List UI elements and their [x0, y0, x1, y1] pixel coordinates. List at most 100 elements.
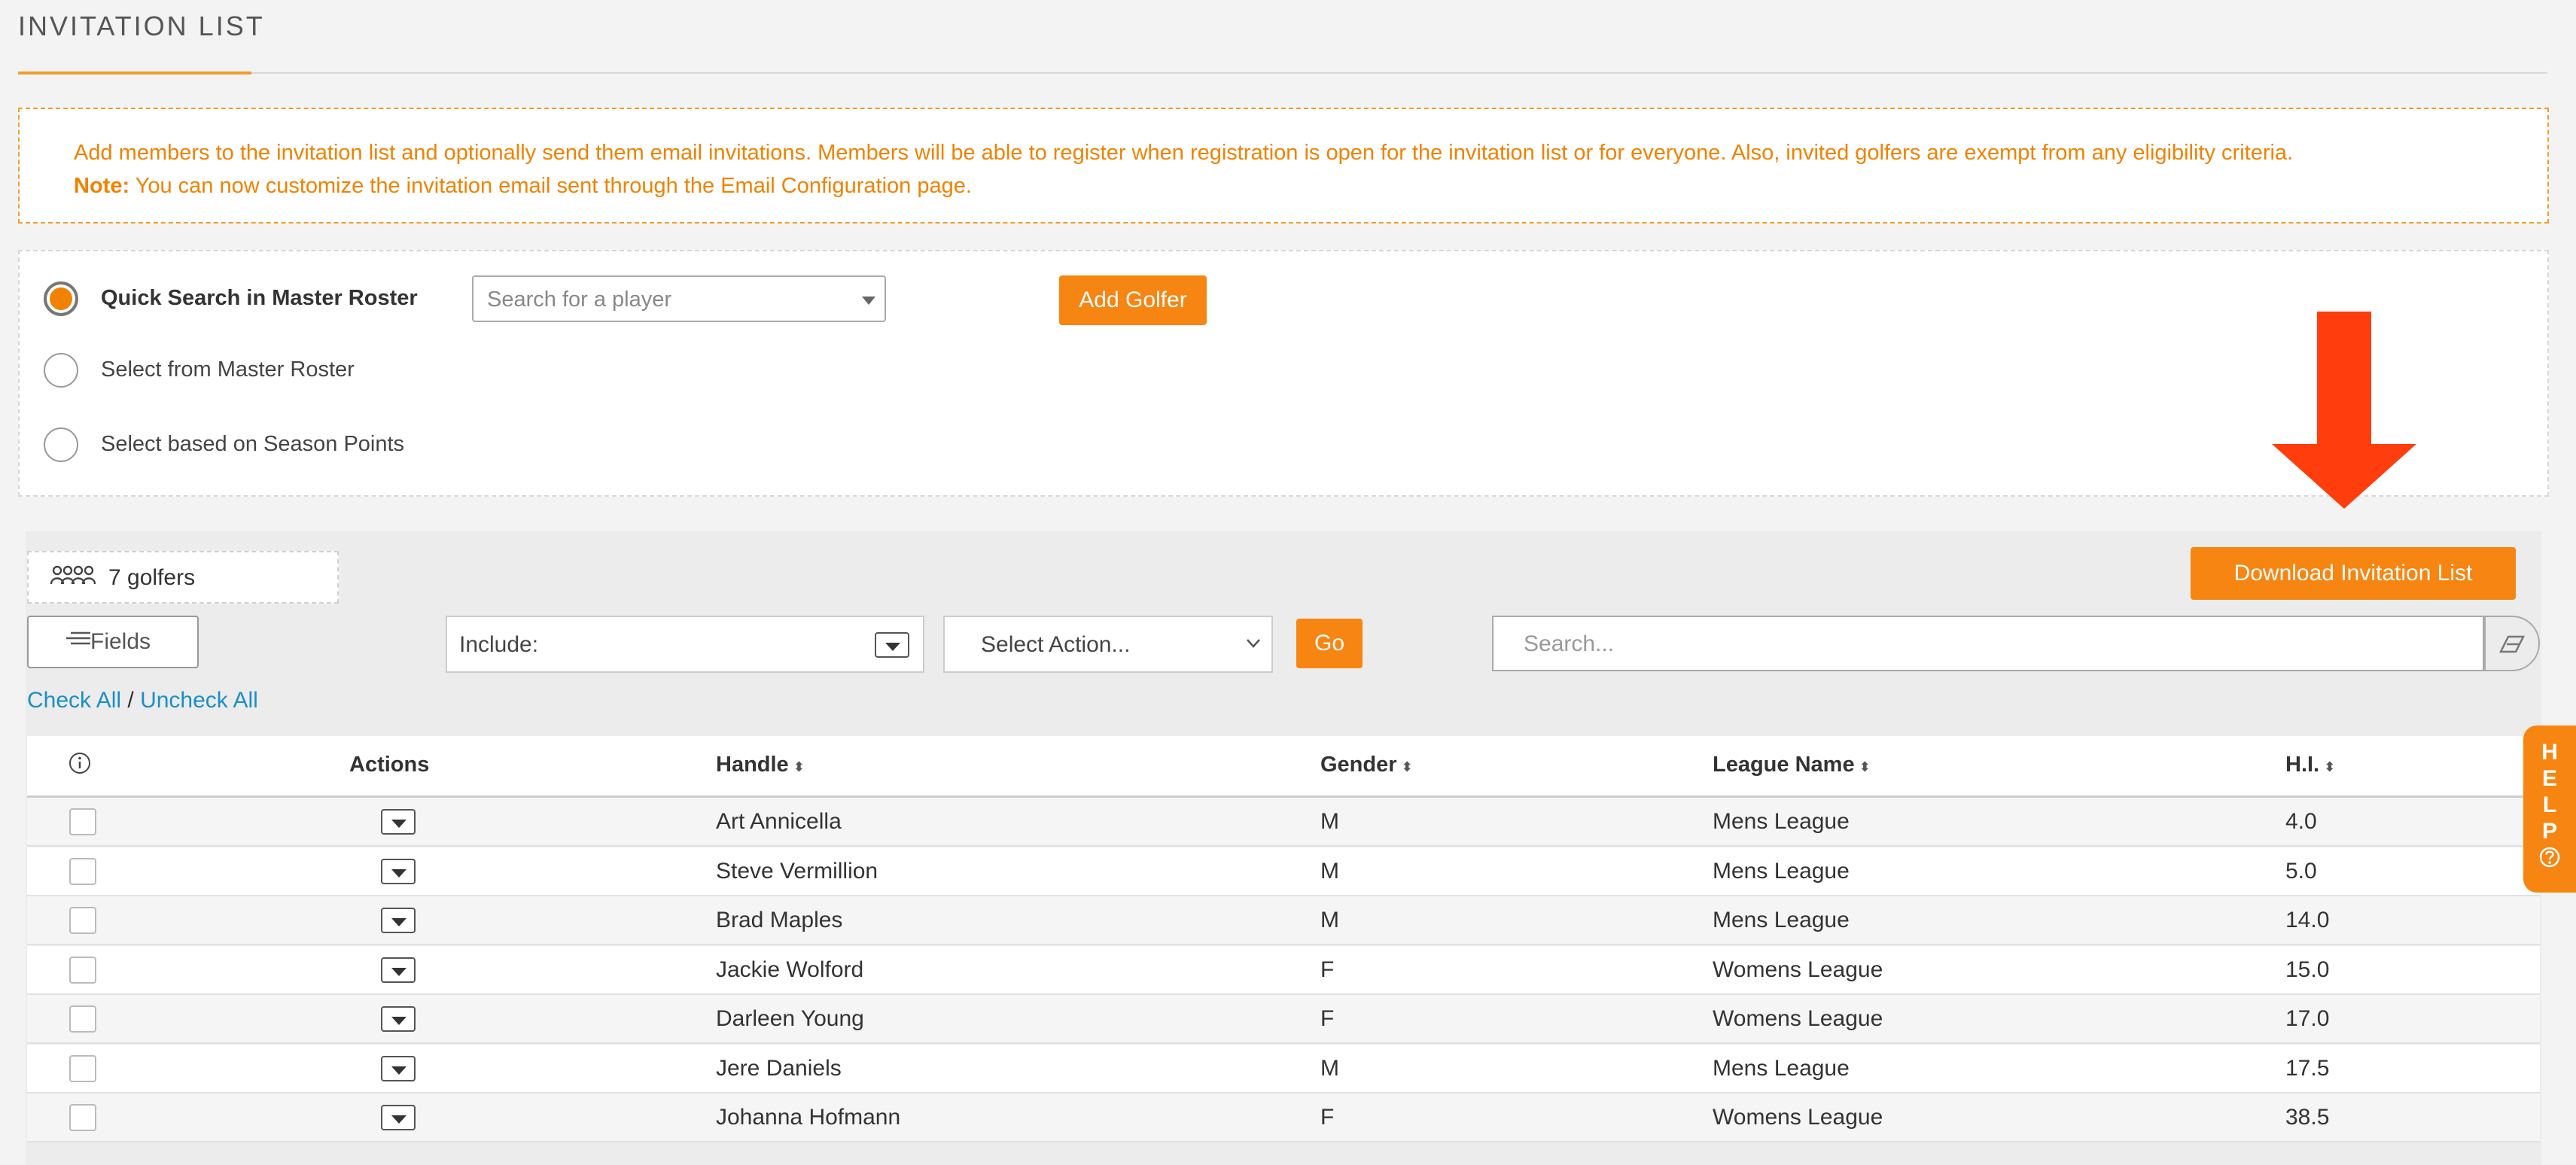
row-checkbox[interactable] — [69, 808, 96, 835]
go-button[interactable]: Go — [1296, 619, 1363, 668]
chevron-down-icon — [862, 297, 875, 305]
column-gender[interactable]: Gender ⬍ — [1320, 753, 1413, 777]
caret-down-icon — [391, 967, 406, 976]
cell-league: Womens League — [1713, 1105, 1883, 1130]
cell-league: Mens League — [1713, 809, 1850, 834]
sort-icon: ⬍ — [2324, 759, 2336, 774]
cell-hi: 5.0 — [2285, 858, 2317, 884]
cell-handle: Jackie Wolford — [716, 957, 864, 982]
note-text: You can now customize the invitation ema… — [129, 174, 972, 198]
table-row: Art Annicella M Mens League 4.0 — [27, 798, 2540, 847]
golfer-count: 7 golfers — [108, 565, 196, 590]
add-golfer-button[interactable]: Add Golfer — [1059, 275, 1207, 325]
row-checkbox[interactable] — [69, 907, 96, 934]
table-header: Actions Handle ⬍ Gender ⬍ League Name ⬍ H.I… — [27, 736, 2540, 798]
cell-gender: F — [1320, 1105, 1335, 1130]
select-action-dropdown[interactable]: Select Action... — [943, 616, 1273, 673]
row-actions-dropdown[interactable] — [381, 809, 416, 835]
row-checkbox[interactable] — [69, 1104, 96, 1131]
column-hi[interactable]: H.I. ⬍ — [2285, 753, 2335, 777]
eraser-icon — [2499, 635, 2525, 653]
cell-gender: F — [1320, 1006, 1335, 1031]
row-checkbox[interactable] — [69, 1005, 96, 1033]
title-accent-bar — [18, 71, 251, 75]
cell-handle: Jere Daniels — [716, 1055, 842, 1081]
cell-hi: 17.5 — [2285, 1055, 2330, 1081]
row-actions-dropdown[interactable] — [381, 1105, 416, 1130]
cell-handle: Brad Maples — [716, 908, 843, 932]
row-checkbox[interactable] — [69, 857, 96, 885]
cell-gender: M — [1320, 858, 1339, 884]
column-handle-label: Handle — [716, 753, 789, 777]
clear-search-button[interactable] — [2484, 616, 2540, 671]
check-links: Check All / Uncheck All — [27, 688, 258, 713]
row-actions-dropdown[interactable] — [381, 1006, 416, 1032]
column-gender-label: Gender — [1320, 753, 1397, 777]
include-dropdown-toggle[interactable] — [875, 632, 909, 658]
help-tab[interactable]: H E L P — [2523, 725, 2576, 893]
row-checkbox[interactable] — [69, 956, 96, 984]
caret-down-icon — [391, 868, 406, 878]
download-invitation-list-button[interactable]: Download Invitation List — [2191, 547, 2516, 600]
player-search-select[interactable]: Search for a player — [472, 275, 886, 322]
cell-gender: M — [1320, 809, 1339, 834]
caret-down-icon — [391, 1115, 406, 1124]
info-icon[interactable] — [68, 751, 92, 775]
table-row: Darleen Young F Womens League 17.0 — [27, 995, 2540, 1044]
notice-note: Note: You can now customize the invitati… — [74, 169, 2493, 202]
cell-league: Mens League — [1713, 1055, 1850, 1081]
row-actions-dropdown[interactable] — [381, 858, 416, 884]
caret-down-icon — [391, 1066, 406, 1075]
fields-label: Fields — [90, 629, 151, 654]
cell-handle: Darleen Young — [716, 1006, 864, 1031]
cell-hi: 15.0 — [2285, 957, 2330, 982]
list-lines-icon — [66, 631, 90, 645]
row-actions-dropdown[interactable] — [381, 908, 416, 933]
radio-quick-search[interactable] — [44, 281, 78, 316]
title-divider — [18, 72, 2547, 74]
help-letter: E — [2541, 766, 2557, 791]
caret-down-icon — [391, 1017, 406, 1025]
chevron-down-icon — [1247, 639, 1260, 648]
row-actions-dropdown[interactable] — [381, 957, 416, 983]
cell-handle: Johanna Hofmann — [716, 1105, 901, 1130]
help-letters: H E L P — [2523, 725, 2576, 844]
help-letter: P — [2541, 819, 2557, 844]
table-row: Jackie Wolford F Womens League 15.0 — [27, 945, 2540, 995]
cell-handle: Art Annicella — [716, 809, 842, 834]
radio-season-points[interactable] — [44, 427, 78, 462]
quick-search-label: Quick Search in Master Roster — [101, 286, 418, 310]
cell-league: Womens League — [1713, 957, 1883, 982]
cell-hi: 17.0 — [2285, 1006, 2330, 1031]
table-row: Brad Maples M Mens League 14.0 — [27, 896, 2540, 945]
caret-down-icon — [885, 643, 900, 651]
include-filter-select[interactable]: Include: — [446, 616, 924, 673]
column-league[interactable]: League Name ⬍ — [1713, 753, 1871, 777]
table-search-input[interactable]: Search... — [1492, 616, 2484, 671]
radio-master-roster[interactable] — [44, 353, 78, 388]
select-action-label: Select Action... — [981, 632, 1131, 657]
table-row: Steve Vermillion M Mens League 5.0 — [27, 847, 2540, 896]
fields-button[interactable]: Fields — [27, 616, 199, 668]
search-placeholder: Search... — [1524, 631, 1615, 656]
info-notice: Add members to the invitation list and o… — [18, 108, 2549, 224]
annotation-arrow-icon — [2272, 312, 2416, 509]
note-label: Note: — [74, 174, 130, 198]
cell-gender: F — [1320, 957, 1335, 982]
uncheck-all-link[interactable]: Uncheck All — [140, 688, 258, 713]
sort-icon: ⬍ — [793, 759, 805, 774]
link-separator: / — [121, 688, 141, 713]
column-league-label: League Name — [1713, 753, 1855, 777]
cell-league: Mens League — [1713, 908, 1850, 932]
page-title: INVITATION LIST — [18, 11, 265, 41]
table-row: Jere Daniels M Mens League 17.5 — [27, 1044, 2540, 1094]
caret-down-icon — [391, 820, 406, 828]
column-actions: Actions — [349, 753, 430, 777]
check-all-link[interactable]: Check All — [27, 688, 121, 713]
notice-text: Add members to the invitation list and o… — [74, 141, 2294, 165]
column-handle[interactable]: Handle ⬍ — [716, 753, 805, 777]
row-checkbox[interactable] — [69, 1054, 96, 1082]
row-actions-dropdown[interactable] — [381, 1055, 416, 1081]
player-search-placeholder: Search for a player — [487, 287, 672, 312]
cell-hi: 38.5 — [2285, 1105, 2330, 1130]
